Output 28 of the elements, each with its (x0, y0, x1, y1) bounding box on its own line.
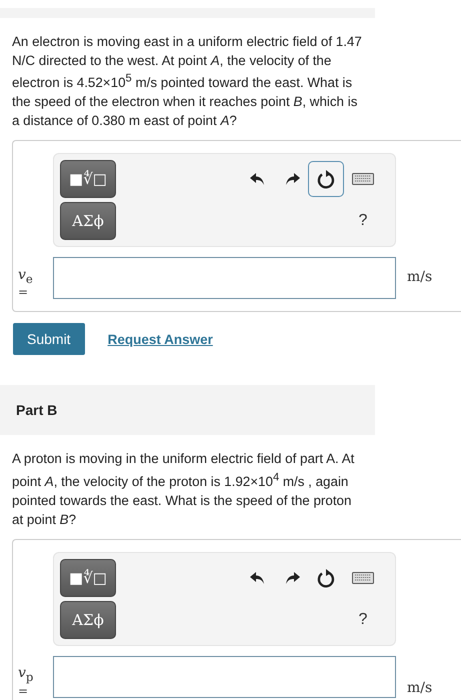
templates-button[interactable]: ■∜□ (60, 558, 116, 597)
units-label: m/s (407, 269, 432, 288)
keyboard-icon[interactable] (352, 572, 374, 584)
equals-sign: = (18, 285, 30, 300)
units-label: m/s (407, 680, 432, 698)
symbols-button[interactable]: ΑΣϕ (60, 600, 116, 639)
redo-icon (284, 570, 300, 585)
reset-icon (317, 169, 335, 190)
answer-field[interactable] (53, 656, 396, 698)
question-text: An electron is moving east in a uniform electric field of 1.47 N/C directed to the west. At point A, the velocity of the electron is 4.52×10$^{5}$ m/s pointed toward the east. What is the speed of the electron when it reaches point B, which is a distance of 0.380 m east of point A? (12, 33, 363, 130)
submit-button[interactable]: Submit (13, 323, 85, 356)
question-text: A proton is moving in the uniform electric field of part A. At point A, the velocity of the proton is 1.92×10$^{4}$ m/s , again pointed towards the east. What is the speed of the proton at point B? (12, 450, 356, 529)
templates-button[interactable]: ■∜□ (60, 160, 116, 198)
undo-icon (250, 570, 266, 585)
reset-icon (317, 568, 335, 588)
undo-icon (250, 172, 266, 186)
request-answer-link[interactable]: Request Answer (108, 332, 213, 347)
answer-field[interactable] (53, 257, 396, 300)
redo-icon (284, 172, 300, 186)
part-title: Part B (16, 402, 58, 418)
variable-label: v$_{e}$ (18, 266, 34, 286)
variable-label: v$_{p}$ (18, 665, 34, 684)
help-button[interactable]: ? (358, 610, 368, 629)
equals-sign: = (18, 684, 30, 698)
symbols-button[interactable]: ΑΣϕ (60, 202, 116, 240)
keyboard-icon[interactable] (352, 173, 374, 186)
help-button[interactable]: ? (358, 212, 368, 230)
reset-button[interactable] (308, 161, 344, 198)
